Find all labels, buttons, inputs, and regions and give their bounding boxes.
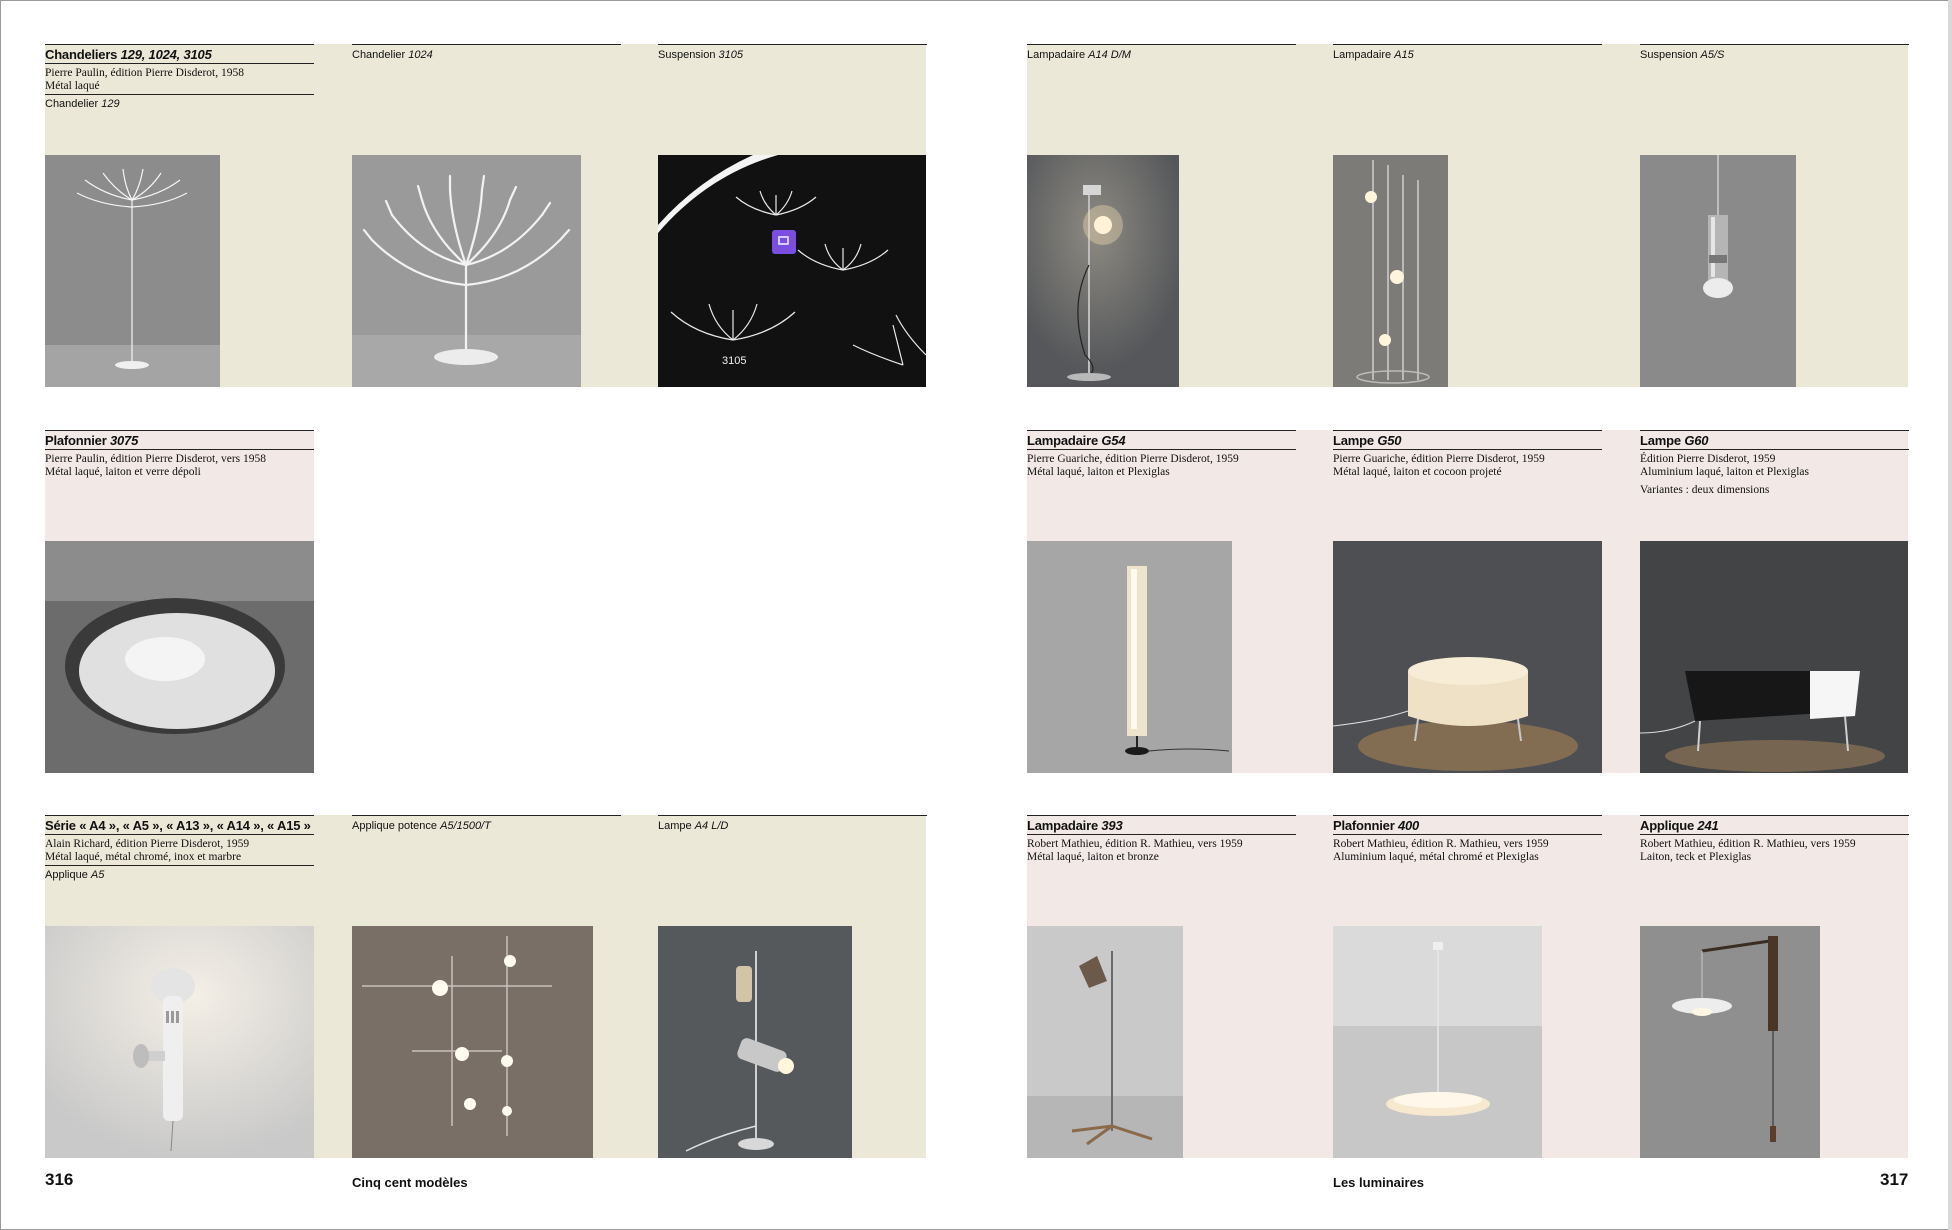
photo-lampe-g50 bbox=[1333, 541, 1602, 773]
caption-lampadaire-a15: Lampadaire A15 bbox=[1333, 44, 1602, 62]
image-icon[interactable] bbox=[772, 230, 796, 254]
item-title: Chandeliers 129, 1024, 3105 bbox=[45, 47, 212, 62]
caption-applique-241: Applique 241 Robert Mathieu, édition R. … bbox=[1640, 815, 1909, 865]
item-material-line: Métal laqué, laiton et cocoon projeté bbox=[1333, 465, 1502, 478]
item-variant-note: Variantes : deux dimensions bbox=[1640, 484, 1770, 496]
photo-applique-a5-1500 bbox=[352, 926, 593, 1158]
photo-applique-241 bbox=[1640, 926, 1820, 1158]
caption-lampadaire-g54: Lampadaire G54 Pierre Guariche, édition … bbox=[1027, 430, 1296, 480]
item-author-line: Pierre Paulin, édition Pierre Disderot, … bbox=[45, 453, 267, 465]
photo-plafonnier-400 bbox=[1333, 926, 1542, 1158]
page-edge bbox=[1948, 0, 1952, 1230]
item-material-line: Métal laqué, laiton et verre dépoli bbox=[45, 465, 201, 478]
photo-lampe-g60 bbox=[1640, 541, 1908, 773]
caption-lampe-g60: Lampe G60 Édition Pierre Disderot, 1959 … bbox=[1640, 430, 1909, 497]
caption-lampe-g50: Lampe G50 Pierre Guariche, édition Pierr… bbox=[1333, 430, 1602, 480]
photo-lampadaire-g54 bbox=[1027, 541, 1232, 773]
item-author-line: Robert Mathieu, édition R. Mathieu, vers… bbox=[1333, 838, 1549, 850]
caption-suspension-a5s: Suspension A5/S bbox=[1640, 44, 1909, 62]
caption-suspension-3105: Suspension 3105 bbox=[658, 44, 927, 62]
photo-plafonnier-3075 bbox=[45, 541, 314, 773]
caption-chandelier-1024: Chandelier 1024 bbox=[352, 44, 621, 62]
caption-plafonnier-3075: Plafonnier 3075 Pierre Paulin, édition P… bbox=[45, 430, 314, 480]
item-author-line: Pierre Paulin, édition Pierre Disderot, … bbox=[45, 67, 244, 79]
item-author-line: Robert Mathieu, édition R. Mathieu, vers… bbox=[1027, 838, 1243, 850]
item-sub-label: Chandelier 129 bbox=[45, 98, 120, 110]
caption-lampadaire-a14: Lampadaire A14 D/M bbox=[1027, 44, 1296, 62]
item-author-line: Pierre Guariche, édition Pierre Disderot… bbox=[1333, 453, 1545, 465]
running-title-left: Cinq cent modèles bbox=[352, 1175, 468, 1190]
photo-lampadaire-a14 bbox=[1027, 155, 1179, 387]
photo-chandelier-1024 bbox=[352, 155, 581, 387]
photo-suspension-a5s bbox=[1640, 155, 1796, 387]
item-material-line: Métal laqué, métal chromé, inox et marbr… bbox=[45, 850, 242, 863]
photo-lampe-a4 bbox=[658, 926, 852, 1158]
photo-lampadaire-a15 bbox=[1333, 155, 1448, 387]
item-material-line: Laiton, teck et Plexiglas bbox=[1640, 850, 1752, 863]
item-description: Pierre Paulin, édition Pierre Disderot, … bbox=[45, 64, 314, 95]
item-material-line: Métal laqué bbox=[45, 79, 100, 92]
item-material-line: Aluminium laqué, métal chromé et Plexigl… bbox=[1333, 850, 1539, 863]
photo-chandelier-129 bbox=[45, 155, 220, 387]
caption-serie-a: Série « A4 », « A5 », « A13 », « A14 », … bbox=[45, 815, 314, 882]
item-author-line: Alain Richard, édition Pierre Disderot, … bbox=[45, 838, 250, 850]
item-author-line: Robert Mathieu, édition R. Mathieu, vers… bbox=[1640, 838, 1856, 850]
item-description: Alain Richard, édition Pierre Disderot, … bbox=[45, 835, 314, 866]
item-material-line: Aluminium laqué, laiton et Plexiglas bbox=[1640, 465, 1809, 478]
item-author-line: Édition Pierre Disderot, 1959 bbox=[1640, 453, 1776, 465]
caption-lampadaire-393: Lampadaire 393 Robert Mathieu, édition R… bbox=[1027, 815, 1296, 865]
page-number-left: 316 bbox=[45, 1170, 74, 1189]
item-material-line: Métal laqué, laiton et Plexiglas bbox=[1027, 465, 1170, 478]
item-material-line: Métal laqué, laiton et bronze bbox=[1027, 850, 1159, 863]
caption-chandeliers: Chandeliers 129, 1024, 3105 Pierre Pauli… bbox=[45, 44, 314, 111]
running-title-right: Les luminaires bbox=[1333, 1175, 1425, 1190]
caption-plafonnier-400: Plafonnier 400 Robert Mathieu, édition R… bbox=[1333, 815, 1602, 865]
item-author-line: Pierre Guariche, édition Pierre Disderot… bbox=[1027, 453, 1239, 465]
photo-lampadaire-393 bbox=[1027, 926, 1183, 1158]
page-number-right: 317 bbox=[1880, 1170, 1909, 1189]
photo-suspension-3105: 3105 bbox=[658, 155, 926, 387]
photo-applique-a5 bbox=[45, 926, 314, 1158]
photo-caption-3105: 3105 bbox=[722, 355, 747, 367]
caption-lampe-a4: Lampe A4 L/D bbox=[658, 815, 927, 833]
caption-applique-a5-1500: Applique potence A5/1500/T bbox=[352, 815, 621, 833]
